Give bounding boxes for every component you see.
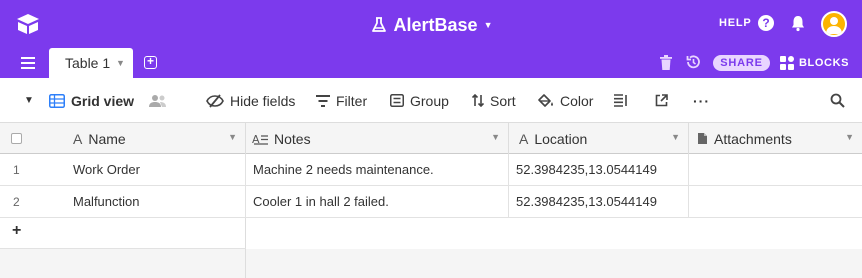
help-label[interactable]: HELP [719, 17, 752, 29]
collaborators-icon[interactable] [149, 78, 167, 123]
cell-location[interactable]: 52.3984235,13.0544149 [509, 186, 689, 218]
column-menu-chevron-icon[interactable]: ▼ [671, 132, 680, 142]
external-link-icon [655, 94, 668, 107]
long-text-icon: A [252, 133, 268, 145]
user-avatar[interactable] [821, 11, 847, 37]
cell-name[interactable]: Malfunction [63, 186, 246, 218]
hamburger-menu-icon[interactable] [21, 57, 35, 69]
user-icon [826, 17, 842, 34]
column-menu-chevron-icon[interactable]: ▼ [845, 132, 854, 142]
more-options-button[interactable]: ··· [693, 78, 710, 123]
top-bar: AlertBase ▼ HELP ? [0, 0, 862, 48]
column-header-name[interactable]: A Name ▼ [63, 123, 246, 154]
cell-attachments[interactable] [689, 154, 862, 186]
cell-name[interactable]: Work Order [63, 154, 246, 186]
group-button[interactable]: Group [390, 78, 449, 123]
add-table-icon[interactable]: + [144, 55, 157, 69]
row-number: 2 [13, 195, 20, 209]
flask-icon [371, 17, 386, 32]
cell-notes[interactable]: Cooler 1 in hall 2 failed. [246, 186, 509, 218]
view-toolbar: ▼ Grid view Hide fields Filter Group Sor… [0, 78, 862, 123]
column-header-attachments[interactable]: Attachments ▼ [689, 123, 862, 154]
cell-notes[interactable]: Machine 2 needs maintenance. [246, 154, 509, 186]
svg-text:A: A [252, 133, 260, 145]
column-header-label: Name [88, 130, 126, 147]
column-header-label: Notes [274, 130, 311, 147]
text-field-icon: A [519, 130, 529, 147]
column-header-location[interactable]: A Location ▼ [509, 123, 689, 154]
sort-icon [472, 94, 484, 107]
group-label: Group [410, 92, 449, 109]
column-menu-chevron-icon[interactable]: ▼ [228, 132, 237, 142]
blocks-label: BLOCKS [799, 57, 850, 69]
filter-button[interactable]: Filter [316, 78, 367, 123]
search-icon [830, 93, 845, 108]
attachment-icon [698, 133, 707, 144]
hide-fields-button[interactable]: Hide fields [206, 78, 295, 123]
paint-bucket-icon [538, 93, 553, 107]
table-row[interactable]: 1 Work Order Machine 2 needs maintenance… [0, 154, 862, 186]
cell-location[interactable]: 52.3984235,13.0544149 [509, 154, 689, 186]
sort-button[interactable]: Sort [472, 78, 516, 123]
column-menu-chevron-icon[interactable]: ▼ [491, 132, 500, 142]
data-grid: A Name ▼ A Notes ▼ A Location ▼ Attachme… [0, 123, 862, 278]
blocks-button[interactable]: BLOCKS [780, 54, 849, 72]
grid-view-icon [49, 93, 65, 108]
row-number: 1 [13, 163, 20, 177]
color-label: Color [560, 92, 594, 109]
add-row-button[interactable]: + [0, 218, 246, 249]
notification-bell-icon[interactable] [789, 14, 807, 32]
filter-label: Filter [336, 92, 368, 109]
people-icon [149, 94, 166, 107]
tab-chevron-down-icon[interactable]: ▼ [116, 48, 125, 79]
color-button[interactable]: Color [538, 78, 593, 123]
group-icon [390, 94, 404, 107]
help-icon[interactable]: ? [758, 15, 774, 31]
history-icon[interactable] [685, 54, 701, 70]
grid-header-row: A Name ▼ A Notes ▼ A Location ▼ Attachme… [0, 123, 862, 154]
row-height-button[interactable] [614, 78, 628, 123]
text-field-icon: A [73, 130, 83, 147]
row-height-icon [614, 94, 627, 107]
chevron-down-icon: ▼ [483, 20, 493, 30]
blocks-icon [780, 56, 794, 70]
tab-label: Table 1 [65, 55, 111, 71]
base-title-button[interactable]: AlertBase ▼ [370, 11, 493, 39]
views-sidebar-toggle-icon[interactable]: ▼ [24, 78, 34, 123]
select-all-checkbox[interactable] [11, 133, 22, 144]
column-header-notes[interactable]: A Notes ▼ [246, 123, 509, 154]
table-row[interactable]: 2 Malfunction Cooler 1 in hall 2 failed.… [0, 186, 862, 218]
grid-empty-left-area [0, 249, 246, 278]
view-switcher[interactable]: Grid view [49, 78, 134, 123]
table-tab-bar: Table 1 ▼ + SHARE BLOCKS [0, 48, 862, 78]
add-row-plus-icon: + [12, 222, 22, 239]
trash-icon[interactable] [660, 55, 672, 70]
select-all-cell [0, 123, 63, 154]
sort-label: Sort [490, 92, 516, 109]
column-header-label: Attachments [714, 130, 792, 147]
cell-attachments[interactable] [689, 186, 862, 218]
filter-icon [316, 94, 330, 107]
hide-fields-label: Hide fields [230, 92, 296, 109]
view-name: Grid view [71, 92, 135, 109]
share-button[interactable]: SHARE [713, 55, 770, 71]
search-button[interactable] [830, 78, 845, 123]
share-view-button[interactable] [655, 78, 668, 123]
eye-slash-icon [206, 93, 224, 108]
tab-table-1[interactable]: Table 1 ▼ [49, 48, 133, 78]
column-header-label: Location [534, 130, 588, 147]
base-title: AlertBase [393, 15, 478, 35]
